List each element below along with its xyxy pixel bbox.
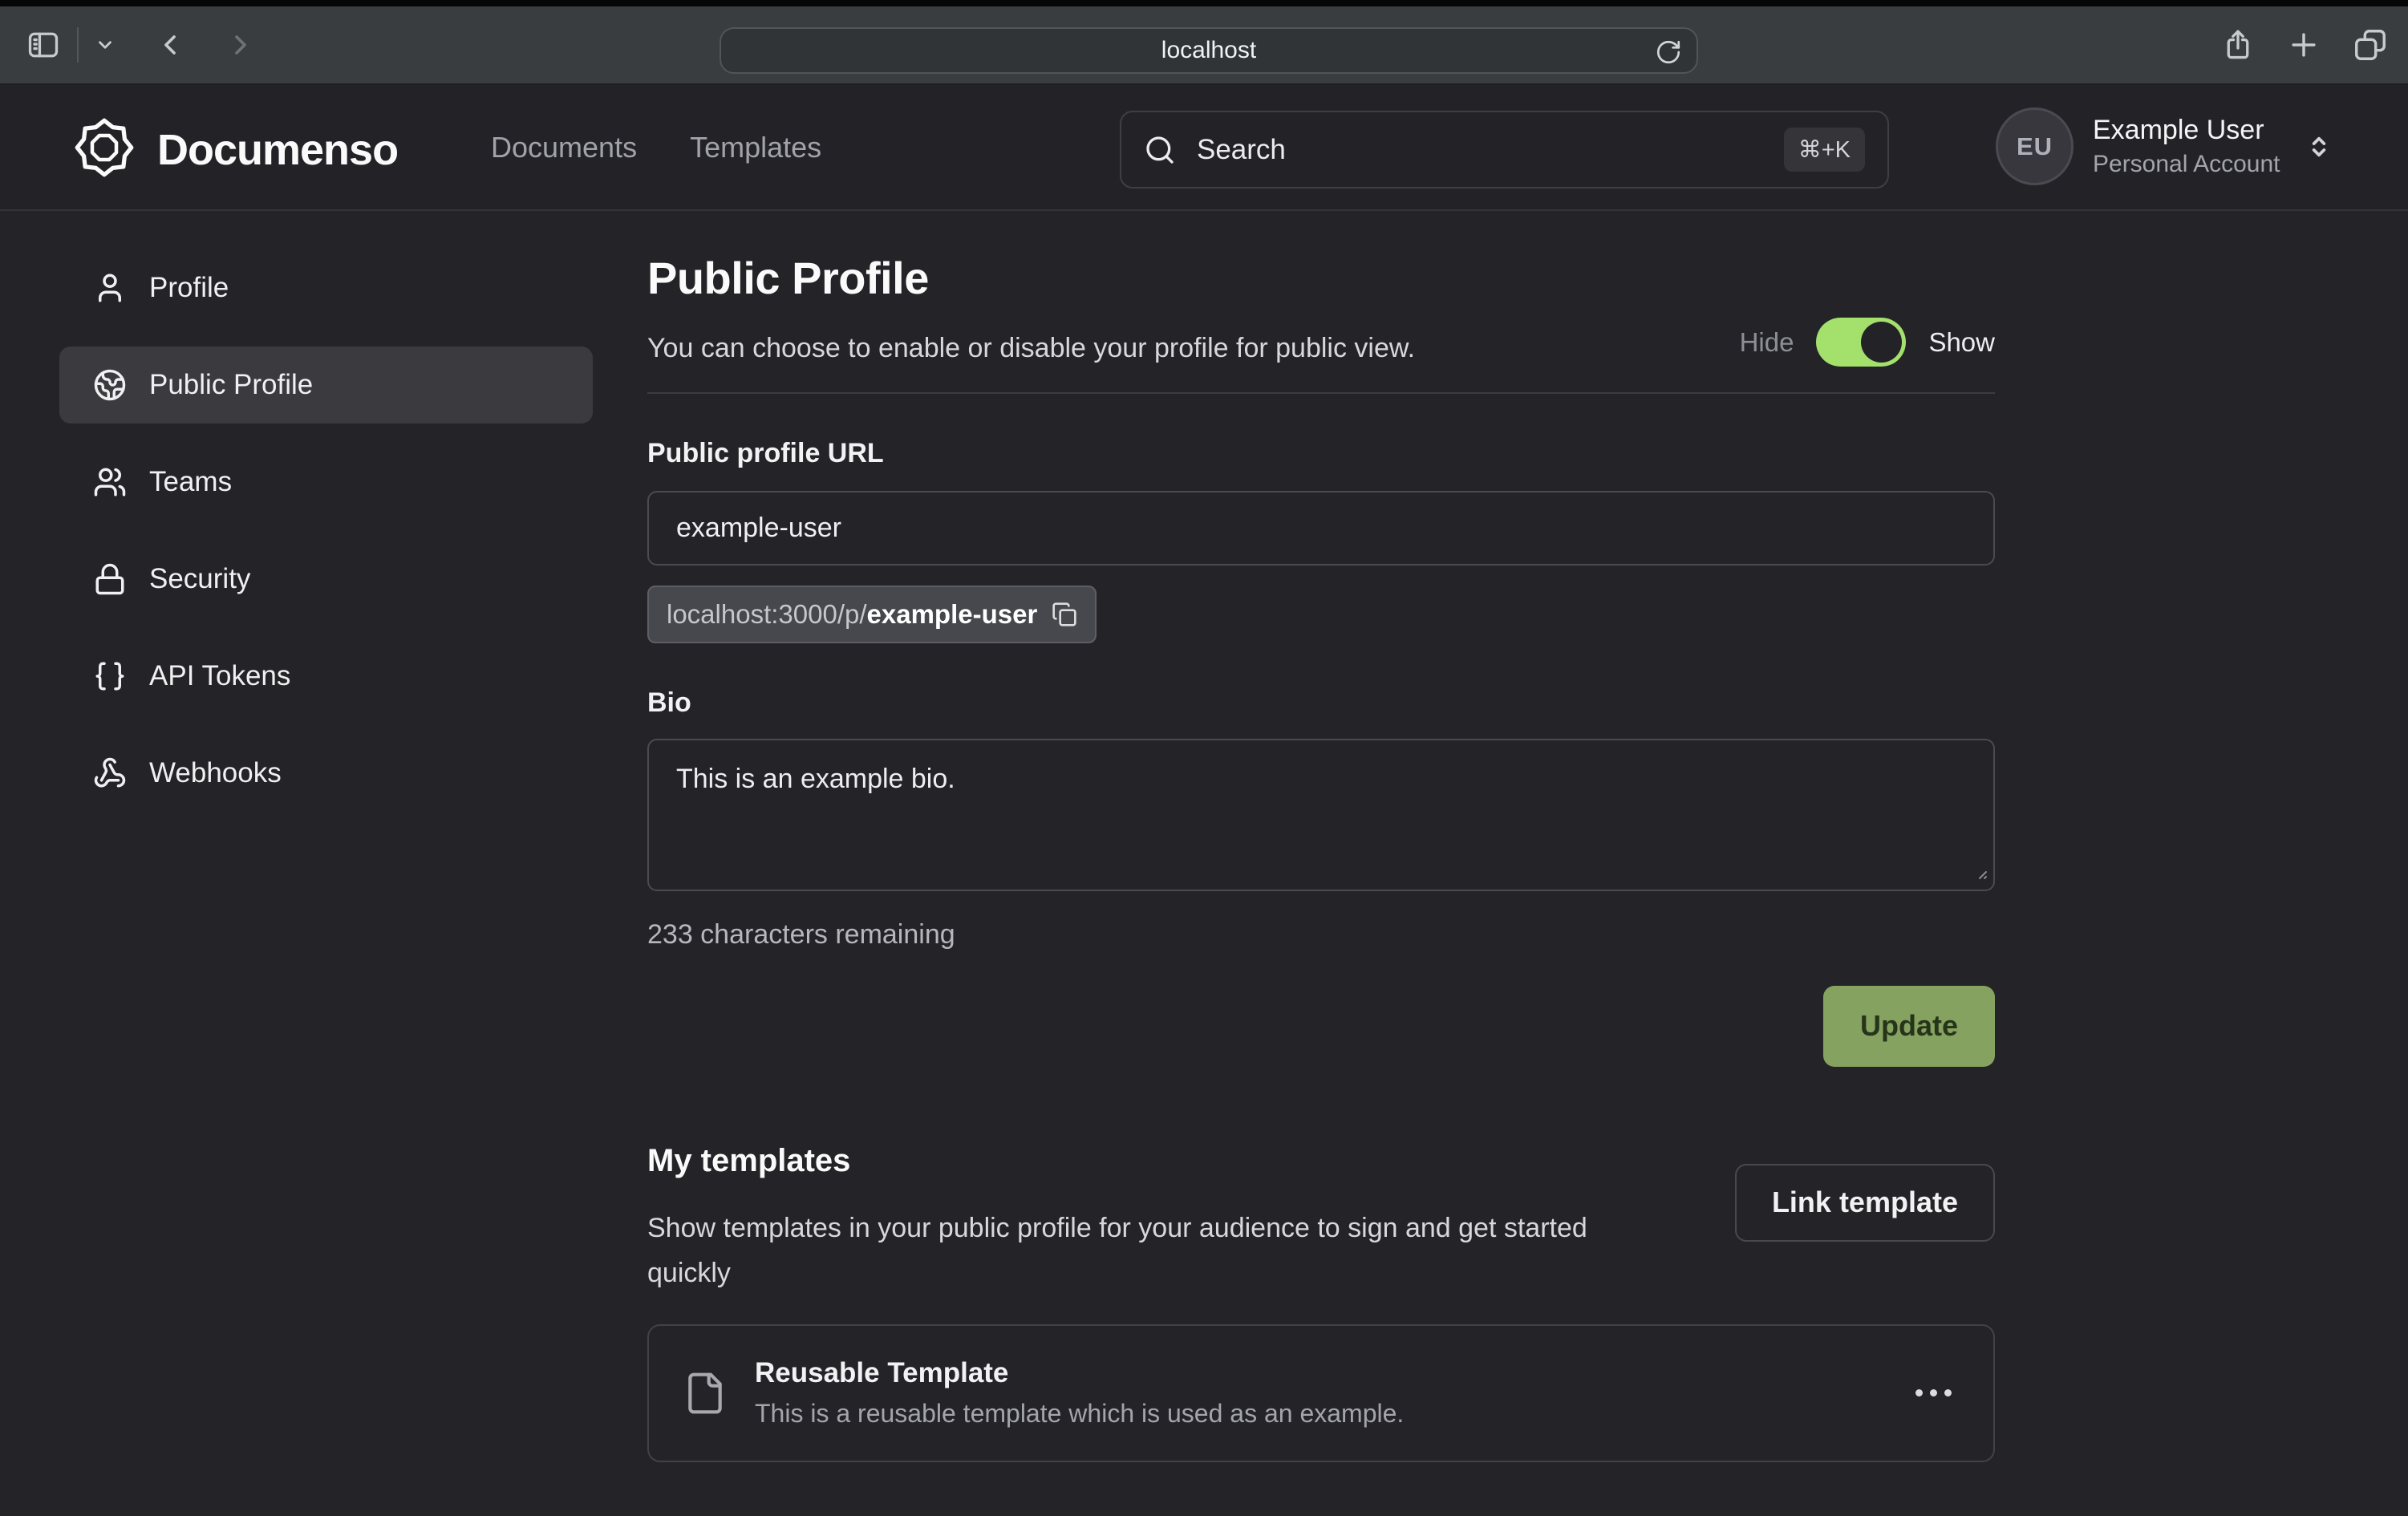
- app-window: localhost Documen: [0, 0, 2408, 1516]
- profile-url-input[interactable]: [647, 491, 1995, 565]
- new-tab-icon[interactable]: [2286, 27, 2321, 63]
- forward-button-icon: [225, 29, 257, 61]
- app-header: Documenso Documents Templates Search ⌘+K…: [0, 85, 2408, 211]
- top-nav: Documents Templates: [491, 85, 821, 209]
- file-icon: [683, 1371, 728, 1416]
- template-description: This is a reusable template which is use…: [755, 1399, 1404, 1429]
- browser-toolbar: localhost: [0, 0, 2408, 85]
- users-icon: [93, 465, 127, 499]
- sidebar-item-label: Security: [149, 563, 250, 595]
- sidebar-toggle-icon[interactable]: [26, 27, 61, 63]
- link-template-button[interactable]: Link template: [1735, 1164, 1995, 1242]
- user-icon: [93, 271, 127, 305]
- sidebar-item-profile[interactable]: Profile: [59, 249, 593, 326]
- template-more-menu-icon[interactable]: [1907, 1381, 1960, 1405]
- tab-overview-icon[interactable]: [2352, 26, 2389, 63]
- page-title: Public Profile: [647, 255, 1995, 301]
- profile-url-preview-chip[interactable]: localhost:3000/p/example-user: [647, 586, 1097, 643]
- user-menu[interactable]: EU Example User Personal Account: [1996, 107, 2334, 185]
- template-name: Reusable Template: [755, 1357, 1404, 1389]
- documenso-logo-icon: [72, 116, 136, 184]
- search-input[interactable]: Search ⌘+K: [1120, 111, 1889, 188]
- avatar[interactable]: EU: [1996, 107, 2074, 185]
- sidebar-item-public-profile[interactable]: Public Profile: [59, 347, 593, 424]
- profile-visibility-toggle-row: Hide Show: [1740, 318, 1995, 367]
- sidebar-item-security[interactable]: Security: [59, 541, 593, 618]
- brand[interactable]: Documenso: [72, 116, 398, 184]
- brand-name: Documenso: [157, 125, 398, 175]
- user-account-type: Personal Account: [2093, 151, 2280, 178]
- sidebar-item-label: Webhooks: [149, 757, 282, 789]
- bio-label: Bio: [647, 686, 1995, 719]
- address-bar[interactable]: localhost: [720, 27, 1698, 74]
- my-templates-section-header: My templates Show templates in your publ…: [647, 1141, 1995, 1295]
- address-bar-url[interactable]: localhost: [1161, 37, 1256, 64]
- chevrons-up-down-icon: [2304, 132, 2334, 162]
- user-name: Example User: [2093, 115, 2280, 146]
- search-shortcut-badge: ⌘+K: [1784, 128, 1865, 172]
- profile-url-label: Public profile URL: [647, 436, 1995, 470]
- sidebar-item-label: Public Profile: [149, 369, 313, 401]
- sidebar-item-teams[interactable]: Teams: [59, 444, 593, 521]
- lock-icon: [93, 562, 127, 596]
- reload-icon[interactable]: [1655, 39, 1682, 66]
- sidebar-item-label: Teams: [149, 466, 232, 498]
- update-button[interactable]: Update: [1823, 986, 1995, 1067]
- sidebar-item-label: Profile: [149, 272, 229, 304]
- sidebar-item-api-tokens[interactable]: API Tokens: [59, 638, 593, 715]
- copy-icon[interactable]: [1052, 602, 1077, 627]
- profile-url-prefix: localhost:3000/p/: [667, 599, 867, 630]
- sidebar-item-webhooks[interactable]: Webhooks: [59, 735, 593, 812]
- toolbar-divider: [77, 27, 79, 63]
- toggle-show-label: Show: [1928, 327, 1995, 358]
- sidebar-chevron-down-icon[interactable]: [95, 34, 116, 55]
- characters-remaining: 233 characters remaining: [647, 917, 1995, 952]
- settings-sidebar: Profile Public Profile Teams Security AP…: [59, 249, 593, 832]
- search-icon: [1144, 134, 1176, 166]
- nav-templates[interactable]: Templates: [690, 131, 821, 164]
- share-icon[interactable]: [2220, 27, 2256, 63]
- globe-icon: [93, 368, 127, 402]
- webhook-icon: [93, 756, 127, 790]
- back-button-icon[interactable]: [154, 29, 186, 61]
- toggle-knob: [1861, 322, 1902, 363]
- template-card[interactable]: Reusable Template This is a reusable tem…: [647, 1324, 1995, 1462]
- profile-url-slug: example-user: [867, 599, 1038, 630]
- main-content: Public Profile You can choose to enable …: [647, 211, 1995, 1462]
- braces-icon: [93, 659, 127, 693]
- profile-visibility-toggle[interactable]: [1816, 318, 1906, 367]
- bio-textarea[interactable]: This is an example bio.: [647, 739, 1995, 891]
- search-placeholder: Search: [1197, 134, 1286, 166]
- nav-documents[interactable]: Documents: [491, 131, 637, 164]
- toggle-hide-label: Hide: [1740, 327, 1794, 358]
- my-templates-description: Show templates in your public profile fo…: [647, 1206, 1602, 1295]
- public-profile-section-header: Public Profile You can choose to enable …: [647, 255, 1995, 366]
- section-divider: [647, 392, 1995, 394]
- sidebar-item-label: API Tokens: [149, 660, 290, 692]
